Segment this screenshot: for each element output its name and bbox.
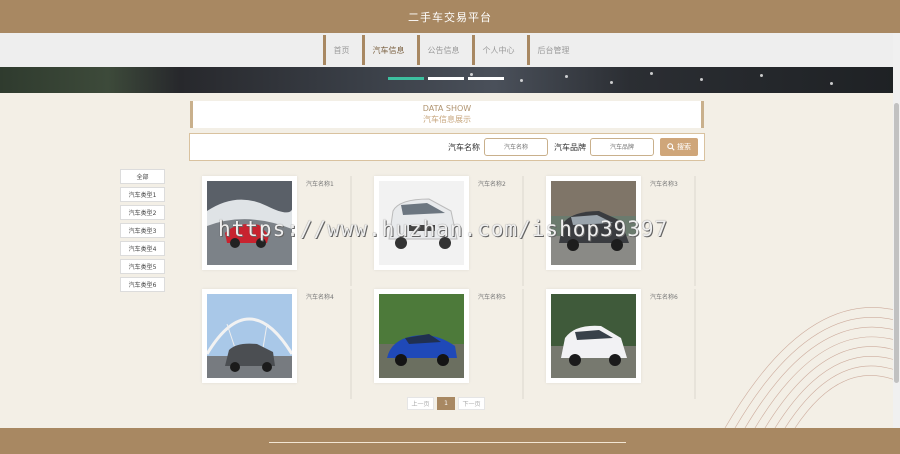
search-icon	[667, 143, 675, 151]
section-header: DATA SHOW 汽车信息展示	[190, 101, 704, 128]
car-name-input[interactable]	[484, 138, 548, 156]
main-nav: 首页 汽车信息 公告信息 个人中心 后台管理	[0, 33, 900, 67]
car-thumbnail[interactable]	[202, 289, 297, 383]
page-scrollbar[interactable]	[893, 33, 900, 428]
car-brand-input[interactable]	[590, 138, 654, 156]
category-type-6[interactable]: 汽车类型6	[120, 277, 165, 292]
car-thumbnail[interactable]	[374, 289, 469, 383]
car-photo	[551, 294, 636, 378]
footer-bar	[0, 428, 900, 454]
nav-item-admin[interactable]: 后台管理	[526, 35, 578, 65]
category-all[interactable]: 全部	[120, 169, 165, 184]
search-button[interactable]: 搜索	[660, 138, 698, 156]
site-title: 二手车交易平台	[408, 10, 492, 24]
search-bar: 汽车名称 汽车品牌 搜索	[189, 133, 705, 161]
nav-item-announcements[interactable]: 公告信息	[416, 35, 468, 65]
banner-pagination	[388, 77, 504, 80]
category-type-4[interactable]: 汽车类型4	[120, 241, 165, 256]
scrollbar-thumb[interactable]	[894, 103, 899, 383]
banner-dot-3[interactable]	[468, 77, 504, 80]
watermark-text: https://www.huzhan.com/ishop39397	[218, 217, 669, 241]
nav-item-home[interactable]: 首页	[322, 35, 358, 65]
decorative-arcs	[724, 307, 895, 428]
banner-dot-2[interactable]	[428, 77, 464, 80]
category-type-1[interactable]: 汽车类型1	[120, 187, 165, 202]
car-brand-label: 汽车品牌	[554, 142, 586, 152]
section-title-cn: 汽车信息展示	[423, 115, 471, 124]
category-list: 全部 汽车类型1 汽车类型2 汽车类型3 汽车类型4 汽车类型5 汽车类型6	[120, 169, 165, 295]
car-card[interactable]: 汽车名称4	[202, 289, 352, 399]
search-button-label: 搜索	[677, 143, 691, 151]
footer-divider	[269, 442, 626, 443]
nav-item-car-info[interactable]: 汽车信息	[361, 35, 413, 65]
car-name[interactable]: 汽车名称1	[306, 179, 334, 188]
hero-banner	[0, 67, 900, 93]
car-name-label: 汽车名称	[448, 142, 480, 152]
car-name[interactable]: 汽车名称3	[650, 179, 678, 188]
car-name[interactable]: 汽车名称2	[478, 179, 506, 188]
car-card[interactable]: 汽车名称6	[546, 289, 696, 399]
car-name[interactable]: 汽车名称5	[478, 292, 506, 301]
car-photo	[379, 294, 464, 378]
category-type-2[interactable]: 汽车类型2	[120, 205, 165, 220]
car-name[interactable]: 汽车名称6	[650, 292, 678, 301]
next-page-button[interactable]: 下一页	[458, 397, 485, 410]
category-type-3[interactable]: 汽车类型3	[120, 223, 165, 238]
nav-item-personal-center[interactable]: 个人中心	[471, 35, 523, 65]
page-number-button[interactable]: 1	[437, 397, 455, 410]
banner-dot-1[interactable]	[388, 77, 424, 80]
car-card[interactable]: 汽车名称5	[374, 289, 524, 399]
car-name[interactable]: 汽车名称4	[306, 292, 334, 301]
car-photo	[207, 294, 292, 378]
section-title-en: DATA SHOW	[422, 104, 472, 113]
prev-page-button[interactable]: 上一页	[407, 397, 434, 410]
header-bar: 二手车交易平台	[0, 0, 900, 33]
pagination: 上一页 1 下一页	[407, 397, 485, 410]
category-type-5[interactable]: 汽车类型5	[120, 259, 165, 274]
car-thumbnail[interactable]	[546, 289, 641, 383]
